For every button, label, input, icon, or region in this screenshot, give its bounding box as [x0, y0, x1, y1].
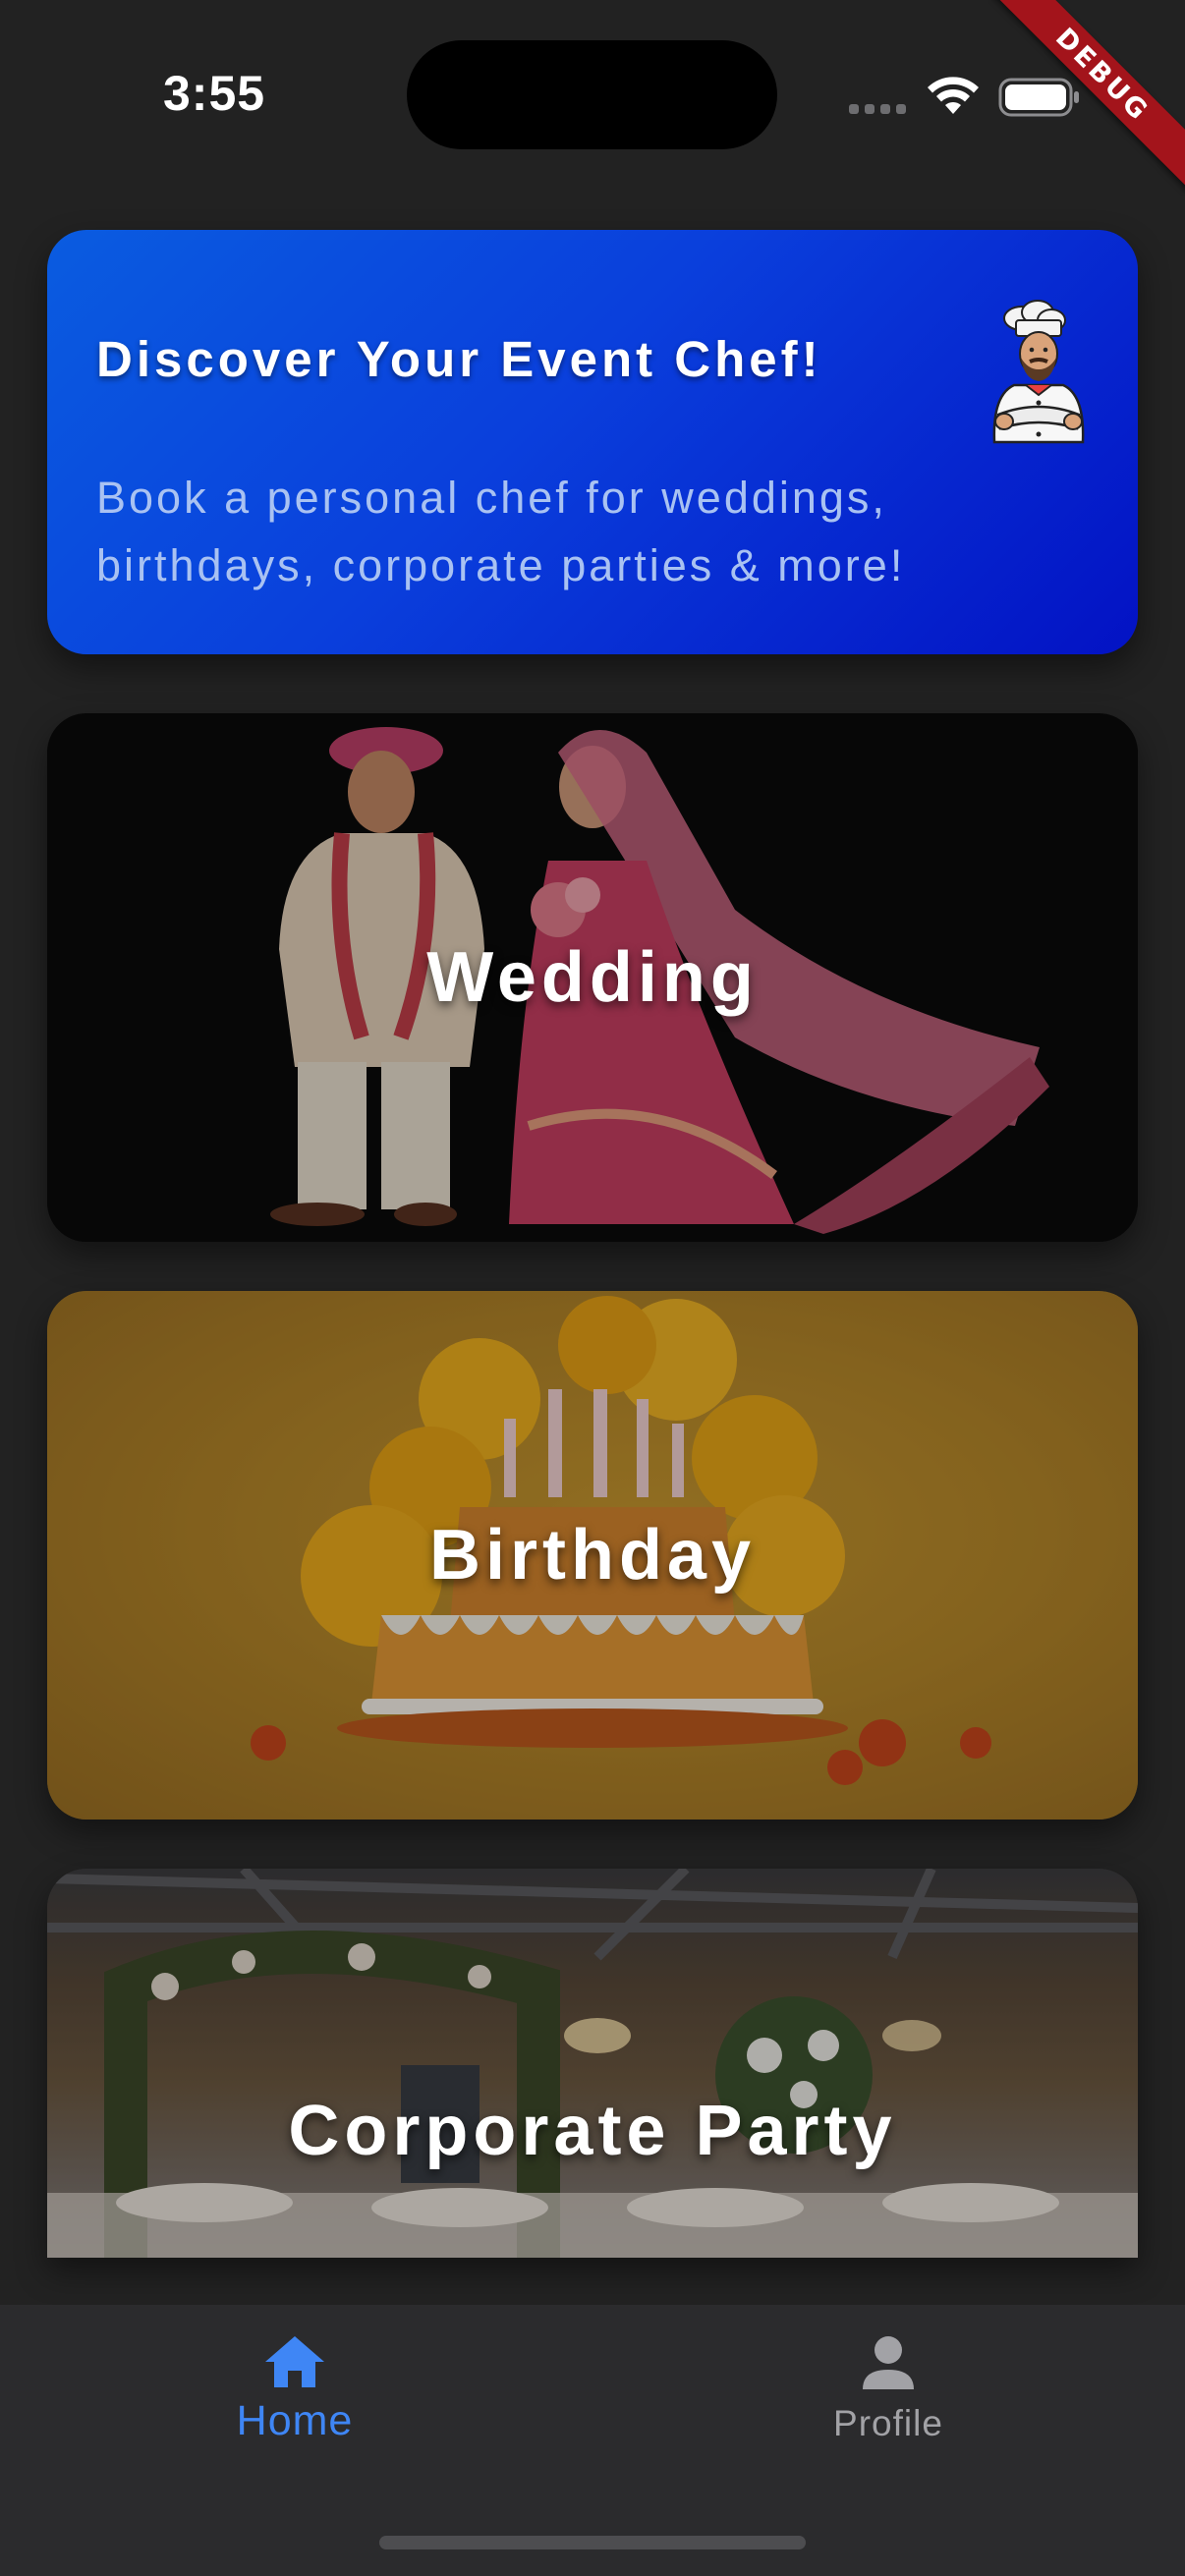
nav-label-profile: Profile [833, 2403, 943, 2443]
person-icon [863, 2336, 914, 2389]
home-icon [265, 2336, 324, 2387]
wifi-icon [928, 77, 979, 114]
promo-subtitle: Book a personal chef for weddings, birth… [96, 473, 906, 590]
signal-dots-icon [849, 104, 906, 114]
home-indicator[interactable] [379, 2536, 806, 2549]
event-label-birthday: Birthday [428, 1516, 757, 1595]
event-card-wedding[interactable]: Wedding [47, 713, 1138, 1242]
nav-label-home: Home [236, 2397, 354, 2444]
event-card-birthday[interactable]: Birthday [47, 1291, 1138, 1820]
status-time: 3:55 [163, 66, 266, 121]
card-dim-overlay [47, 1869, 1138, 2258]
chef-icon [992, 300, 1085, 444]
event-label-wedding: Wedding [426, 938, 759, 1017]
dynamic-island [407, 40, 777, 149]
event-label-corporate-party: Corporate Party [288, 2092, 897, 2170]
nav-item-home[interactable]: Home [147, 2305, 442, 2501]
promo-title: Discover Your Event Chef! [96, 331, 822, 387]
event-card-corporate-party[interactable]: Corporate Party [47, 1869, 1138, 2258]
debug-label: DEBUG [988, 0, 1185, 194]
promo-banner: Discover Your Event Chef! Book a persona… [47, 230, 1138, 654]
debug-ribbon: DEBUG [988, 0, 1185, 196]
nav-item-profile[interactable]: Profile [741, 2305, 1036, 2501]
